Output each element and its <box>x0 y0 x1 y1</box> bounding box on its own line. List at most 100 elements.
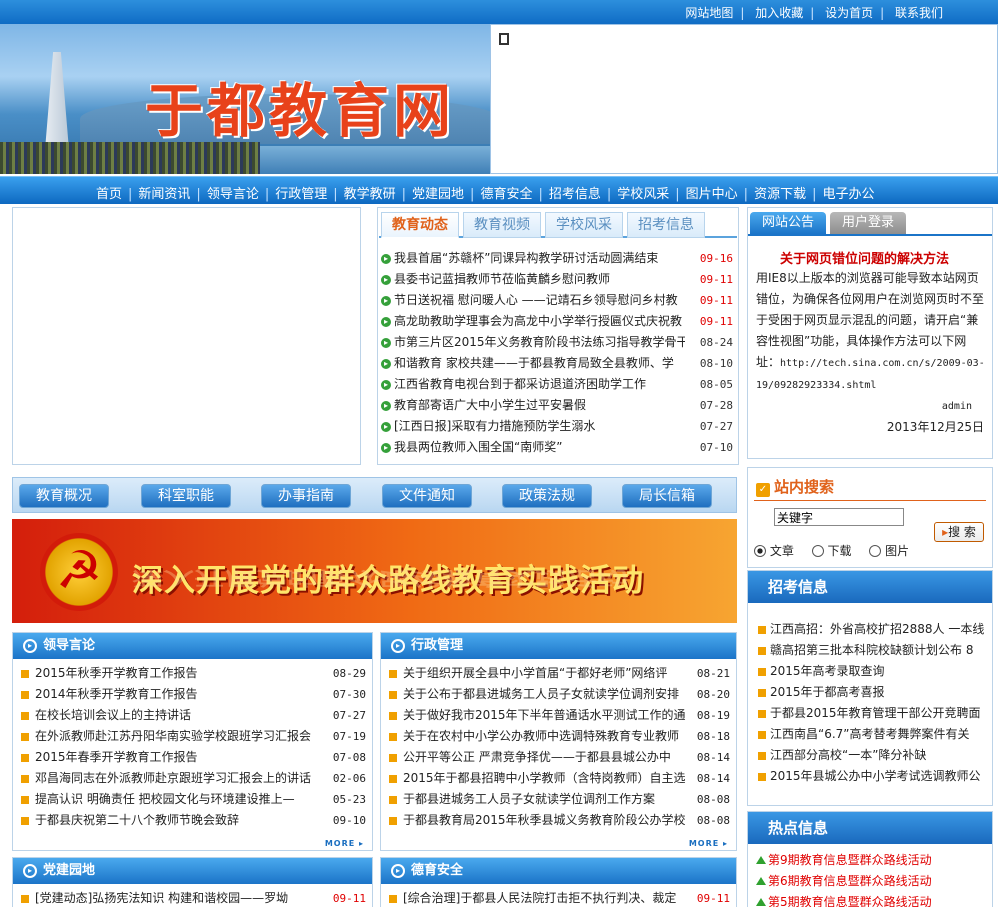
news-row[interactable]: ▸ 和谐教育 家校共建——于都县教育局致全县教师、学 08-10 <box>381 353 735 374</box>
exam-item-title[interactable]: 江西部分高校“一本”降分补缺 <box>770 745 986 766</box>
list-item[interactable]: 关于做好我市2015年下半年普通话水平测试工作的通 08-19 <box>387 705 730 726</box>
hot-item-title[interactable]: 第9期教育信息暨群众路线活动 <box>768 850 986 871</box>
list-item[interactable]: 在外派教师赴江苏丹阳华南实验学校跟班学习汇报会 07-19 <box>19 726 366 747</box>
tab-site-notice[interactable]: 网站公告 <box>750 212 826 234</box>
nav-item[interactable]: 领导言论 <box>207 187 259 202</box>
news-title[interactable]: 节日送祝福 慰问暖人心 ——记靖石乡领导慰问乡村教 <box>394 290 685 311</box>
radio-article[interactable] <box>754 545 766 557</box>
list-item[interactable]: 提高认识 明确责任 把校园文化与环境建设推上— 05-23 <box>19 789 366 810</box>
list-item[interactable]: [综合治理]于都县人民法院打击拒不执行判决、裁定 09-11 <box>387 888 730 907</box>
list-item-title[interactable]: 提高认识 明确责任 把校园文化与环境建设推上— <box>35 789 324 810</box>
panel-admin-title[interactable]: 行政管理 <box>411 638 463 653</box>
list-item-title[interactable]: [党建动态]弘扬宪法知识 构建和谐校园——罗坳 <box>35 888 324 907</box>
list-item-title[interactable]: 关于做好我市2015年下半年普通话水平测试工作的通 <box>403 705 688 726</box>
set-homepage-link[interactable]: 设为首页 <box>825 6 873 20</box>
exam-item-title[interactable]: 2015年县城公办中小学考试选调教师公 <box>770 766 986 787</box>
news-row[interactable]: ▸ 县委书记蓝揖教师节莅临黄麟乡慰问教师 09-11 <box>381 269 735 290</box>
hot-info-header[interactable]: 热点信息 <box>748 812 992 844</box>
tab-exam-info[interactable]: 招考信息 <box>627 212 705 238</box>
add-favorite-link[interactable]: 加入收藏 <box>755 6 803 20</box>
list-item[interactable]: 2015年于都县招聘中小学教师（含特岗教师）自主选 08-14 <box>387 768 730 789</box>
news-row[interactable]: ▸ 我县首届“苏赣杯”同课异构教学研讨活动圆满结束 09-16 <box>381 248 735 269</box>
exam-item-title[interactable]: 江西高招：外省高校扩招2888人 一本线 <box>770 619 986 640</box>
exam-item[interactable]: 江西高招：外省高校扩招2888人 一本线 <box>756 619 986 640</box>
shortcut-policy-law[interactable]: 政策法规 <box>502 484 592 508</box>
list-item[interactable]: [党建动态]弘扬宪法知识 构建和谐校园——罗坳 09-11 <box>19 888 366 907</box>
panel-moral-title[interactable]: 德育安全 <box>411 863 463 878</box>
exam-item-title[interactable]: 于都县2015年教育管理干部公开竞聘面 <box>770 703 986 724</box>
exam-item[interactable]: 赣高招第三批本科院校缺额计划公布 8 <box>756 640 986 661</box>
news-title[interactable]: [江西日报]采取有力措施预防学生溺水 <box>394 416 685 437</box>
list-item-title[interactable]: 于都县庆祝第二十八个教师节晚会致辞 <box>35 810 324 831</box>
panel-party-title[interactable]: 党建园地 <box>43 863 95 878</box>
news-title[interactable]: 县委书记蓝揖教师节莅临黄麟乡慰问教师 <box>394 269 685 290</box>
shortcut-office-functions[interactable]: 科室职能 <box>141 484 231 508</box>
exam-info-header[interactable]: 招考信息 <box>748 571 992 603</box>
nav-item[interactable]: 行政管理 <box>275 187 327 202</box>
exam-item[interactable]: 2015年高考录取查询 <box>756 661 986 682</box>
list-item-title[interactable]: 于都县进城务工人员子女就读学位调剂工作方案 <box>403 789 688 810</box>
list-item[interactable]: 邓昌海同志在外派教师赴京跟班学习汇报会上的讲话 02-06 <box>19 768 366 789</box>
news-title[interactable]: 江西省教育电视台到于都采访退道济困助学工作 <box>394 374 685 395</box>
site-map-link[interactable]: 网站地图 <box>685 6 733 20</box>
list-item-title[interactable]: [综合治理]于都县人民法院打击拒不执行判决、裁定 <box>403 888 688 907</box>
news-row[interactable]: ▸ 高龙助教助学理事会为高龙中小学举行授匾仪式庆祝教 09-11 <box>381 311 735 332</box>
radio-download[interactable] <box>811 545 824 557</box>
list-item[interactable]: 2014年秋季开学教育工作报告 07-30 <box>19 684 366 705</box>
search-input[interactable] <box>774 508 904 526</box>
nav-item[interactable]: 德育安全 <box>480 187 532 202</box>
notice-title[interactable]: 关于网页错位问题的解决方法 <box>780 248 949 267</box>
news-row[interactable]: ▸ 节日送祝福 慰问暖人心 ——记靖石乡领导慰问乡村教 09-11 <box>381 290 735 311</box>
list-item-title[interactable]: 2015年春季开学教育工作报告 <box>35 747 324 768</box>
hot-item[interactable]: 第5期教育信息暨群众路线活动 <box>754 892 986 907</box>
exam-item[interactable]: 2015年县城公办中小学考试选调教师公 <box>756 766 986 787</box>
list-item[interactable]: 于都县庆祝第二十八个教师节晚会致辞 09-10 <box>19 810 366 831</box>
hot-item-title[interactable]: 第6期教育信息暨群众路线活动 <box>768 871 986 892</box>
list-item[interactable]: 于都县进城务工人员子女就读学位调剂工作方案 08-08 <box>387 789 730 810</box>
panel-admin-more[interactable]: MORE ▸ <box>689 839 728 848</box>
news-row[interactable]: ▸ [江西日报]采取有力措施预防学生溺水 07-27 <box>381 416 735 437</box>
hot-item[interactable]: 第9期教育信息暨群众路线活动 <box>754 850 986 871</box>
list-item-title[interactable]: 在外派教师赴江苏丹阳华南实验学校跟班学习汇报会 <box>35 726 324 747</box>
panel-leader-title[interactable]: 领导言论 <box>43 638 95 653</box>
nav-item[interactable]: 新闻资讯 <box>138 187 190 202</box>
exam-item[interactable]: 江西部分高校“一本”降分补缺 <box>756 745 986 766</box>
news-title[interactable]: 我县首届“苏赣杯”同课异构教学研讨活动圆满结束 <box>394 248 685 269</box>
list-item-title[interactable]: 2014年秋季开学教育工作报告 <box>35 684 324 705</box>
radio-image[interactable] <box>869 545 882 557</box>
exam-item-title[interactable]: 赣高招第三批本科院校缺额计划公布 8 <box>770 640 986 661</box>
list-item-title[interactable]: 公开平等公正 严肃竞争择优——于都县县城公办中 <box>403 747 688 768</box>
list-item[interactable]: 关于在农村中小学公办教师中选调特殊教育专业教师 08-18 <box>387 726 730 747</box>
nav-item[interactable]: 资源下载 <box>754 187 806 202</box>
exam-item[interactable]: 于都县2015年教育管理干部公开竞聘面 <box>756 703 986 724</box>
list-item-title[interactable]: 关于在农村中小学公办教师中选调特殊教育专业教师 <box>403 726 688 747</box>
news-title[interactable]: 高龙助教助学理事会为高龙中小学举行授匾仪式庆祝教 <box>394 311 685 332</box>
hot-item-title[interactable]: 第5期教育信息暨群众路线活动 <box>768 892 986 907</box>
list-item[interactable]: 2015年秋季开学教育工作报告 08-29 <box>19 663 366 684</box>
nav-item[interactable]: 教学教研 <box>344 187 396 202</box>
news-row[interactable]: ▸ 江西省教育电视台到于都采访退道济困助学工作 08-05 <box>381 374 735 395</box>
list-item[interactable]: 于都县教育局2015年秋季县城义务教育阶段公办学校 08-08 <box>387 810 730 831</box>
news-title[interactable]: 和谐教育 家校共建——于都县教育局致全县教师、学 <box>394 353 685 374</box>
list-item-title[interactable]: 于都县教育局2015年秋季县城义务教育阶段公办学校 <box>403 810 688 831</box>
tab-education-video[interactable]: 教育视频 <box>463 212 541 238</box>
nav-item[interactable]: 图片中心 <box>686 187 738 202</box>
panel-leader-more[interactable]: MORE ▸ <box>325 839 364 848</box>
plugin-icon[interactable] <box>499 33 509 45</box>
exam-item-title[interactable]: 2015年于都高考喜报 <box>770 682 986 703</box>
list-item-title[interactable]: 邓昌海同志在外派教师赴京跟班学习汇报会上的讲话 <box>35 768 324 789</box>
shortcut-education-overview[interactable]: 教育概况 <box>19 484 109 508</box>
list-item[interactable]: 在校长培训会议上的主持讲话 07-27 <box>19 705 366 726</box>
notice-url[interactable]: http://tech.sina.com.cn/s/2009-03-19/092… <box>756 358 985 391</box>
list-item-title[interactable]: 2015年于都县招聘中小学教师（含特岗教师）自主选 <box>403 768 688 789</box>
tab-user-login[interactable]: 用户登录 <box>830 212 906 234</box>
list-item[interactable]: 公开平等公正 严肃竞争择优——于都县县城公办中 08-14 <box>387 747 730 768</box>
list-item[interactable]: 关于公布于都县进城务工人员子女就读学位调剂安排 08-20 <box>387 684 730 705</box>
news-title[interactable]: 教育部寄语广大中小学生过平安暑假 <box>394 395 685 416</box>
search-button[interactable]: ▸搜 索 <box>934 522 984 542</box>
tab-education-news[interactable]: 教育动态 <box>381 212 459 238</box>
list-item-title[interactable]: 关于公布于都县进城务工人员子女就读学位调剂安排 <box>403 684 688 705</box>
nav-item[interactable]: 电子办公 <box>822 187 874 202</box>
exam-item[interactable]: 江西南昌“6.7”高考替考舞弊案件有关 <box>756 724 986 745</box>
list-item-title[interactable]: 关于组织开展全县中小学首届“于都好老师”网络评 <box>403 663 688 684</box>
